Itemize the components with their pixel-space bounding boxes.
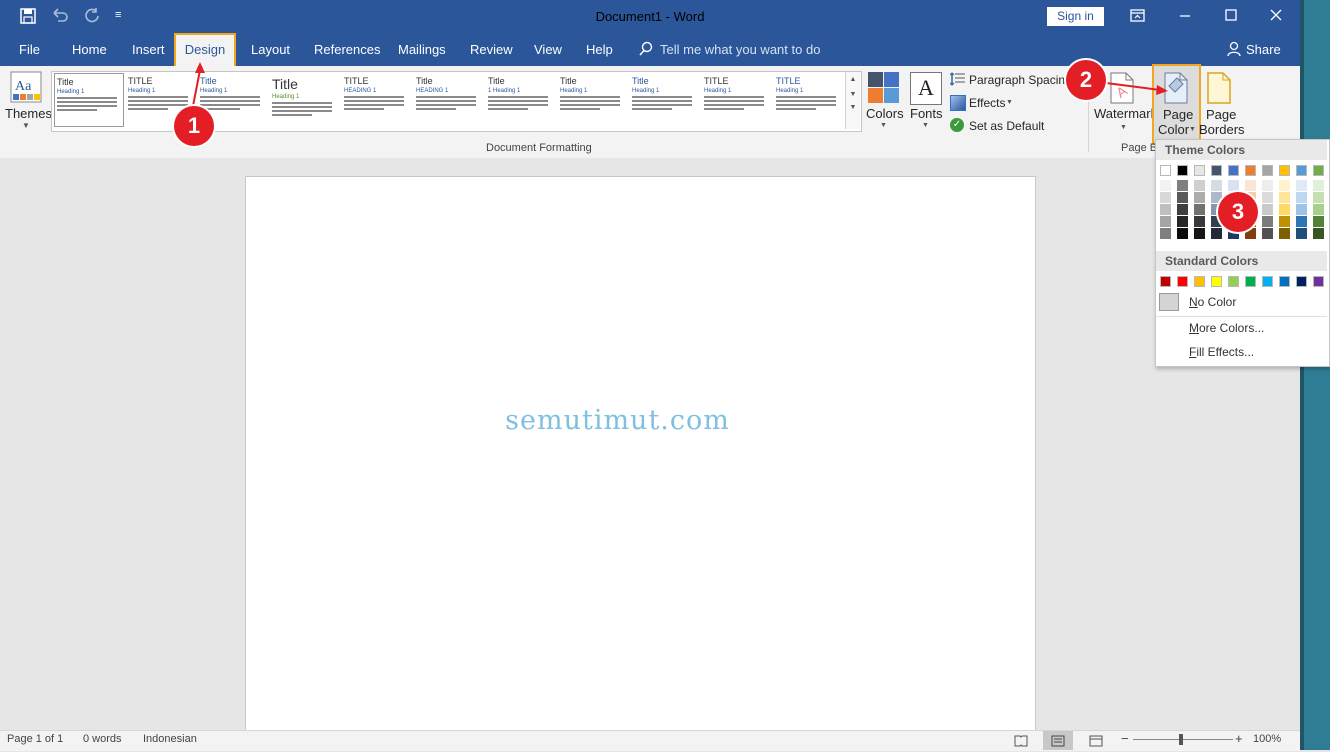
- callout-badge-2: 2: [1066, 60, 1106, 100]
- callout-badge-3: 3: [1218, 192, 1258, 232]
- callout-badge-1: 1: [174, 106, 214, 146]
